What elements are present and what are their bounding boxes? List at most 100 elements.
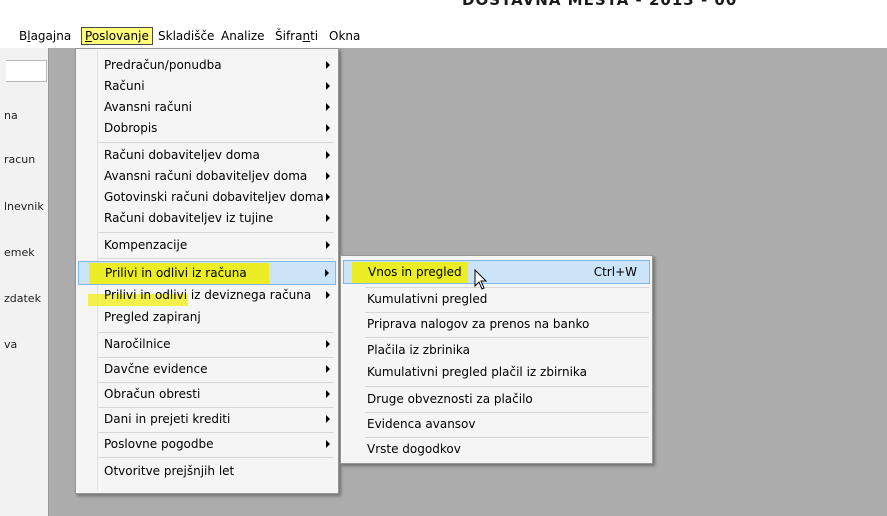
submenu-arrow-icon — [326, 82, 330, 90]
menu-separator — [98, 432, 334, 433]
menu-item-narocilnice[interactable]: Naročilnice — [78, 334, 336, 355]
menu-item-label: Evidenca avansov — [367, 417, 476, 431]
submenu-arrow-icon — [326, 172, 330, 180]
left-panel-header — [6, 60, 47, 82]
menu-item-obracun-obresti[interactable]: Obračun obresti — [78, 384, 336, 405]
menu-item-label: Računi dobaviteljev iz tujine — [104, 211, 274, 225]
left-panel-item[interactable]: lnevnik — [4, 200, 46, 213]
menu-analize[interactable]: Analize — [218, 28, 268, 44]
menu-item-racuni-dobaviteljev-iz-tujine[interactable]: Računi dobaviteljev iz tujine — [78, 208, 336, 229]
menu-item-priprava-nalogov[interactable]: Priprava nalogov za prenos na banko — [343, 314, 650, 335]
menu-item-label: Priprava nalogov za prenos na banko — [367, 317, 590, 331]
poslovanje-menu: Predračun/ponudba Računi Avansni računi … — [75, 48, 339, 494]
submenu-arrow-icon — [326, 61, 330, 69]
menu-okna[interactable]: Okna — [326, 28, 363, 44]
left-panel-item[interactable]: emek — [4, 246, 46, 259]
menu-item-label: Obračun obresti — [104, 387, 201, 401]
menu-item-kumulativni-pregled[interactable]: Kumulativni pregled — [343, 289, 650, 310]
menu-item-label: Naročilnice — [104, 337, 171, 351]
menu-item-label: Prilivi in odlivi iz deviznega računa — [104, 288, 312, 302]
menu-separator — [98, 232, 334, 233]
menu-item-label: Plačila iz zbrinika — [367, 343, 471, 357]
menu-separator — [98, 357, 334, 358]
menu-item-davcne-evidence[interactable]: Davčne evidence — [78, 359, 336, 380]
submenu-arrow-icon — [326, 440, 330, 448]
shortcut-label: Ctrl+W — [593, 265, 637, 279]
submenu-arrow-icon — [326, 151, 330, 159]
submenu-arrow-icon — [326, 415, 330, 423]
menu-skladisce[interactable]: Skladišče — [155, 28, 217, 44]
menu-separator — [98, 258, 334, 259]
arrow-cursor-icon — [474, 269, 488, 290]
menu-item-poslovne-pogodbe[interactable]: Poslovne pogodbe — [78, 434, 336, 455]
menu-separator — [365, 412, 649, 413]
menu-item-kumulativni-pregled-placil[interactable]: Kumulativni pregled plačil iz zbirnika — [343, 362, 650, 383]
menu-item-label: Pregled zapiranj — [104, 310, 201, 324]
menu-bar: Blagajna Poslovanje Skladišče Analize Ši… — [0, 25, 887, 47]
menu-separator — [98, 407, 334, 408]
menu-item-label: Predračun/ponudba — [104, 58, 222, 72]
left-panel-item[interactable]: na — [4, 109, 46, 122]
left-panel-item[interactable]: va — [4, 338, 46, 351]
menu-poslovanje[interactable]: Poslovanje — [81, 27, 153, 45]
menu-item-label: Kumulativni pregled plačil iz zbirnika — [367, 365, 588, 379]
submenu-arrow-icon — [325, 269, 329, 277]
left-panel: na racun lnevnik emek zdatek va — [0, 48, 49, 516]
menu-item-label: Kumulativni pregled — [367, 292, 488, 306]
menu-item-vnos-in-pregled[interactable]: Vnos in pregled Ctrl+W — [343, 260, 650, 284]
menu-separator — [365, 337, 649, 338]
menu-blagajna[interactable]: Blagajna — [16, 28, 74, 44]
menu-item-dani-in-prejeti-krediti[interactable]: Dani in prejeti krediti — [78, 409, 336, 430]
menu-item-otvoritve-prejsnjih-let[interactable]: Otvoritve prejšnjih let — [78, 461, 336, 482]
submenu-arrow-icon — [326, 241, 330, 249]
submenu-arrow-icon — [326, 340, 330, 348]
menu-sifranti[interactable]: Šifranti — [272, 28, 321, 44]
submenu-arrow-icon — [326, 365, 330, 373]
left-panel-item[interactable]: racun — [4, 153, 46, 166]
menu-item-label: Gotovinski računi dobaviteljev doma — [104, 190, 324, 204]
submenu-arrow-icon — [326, 291, 330, 299]
menu-item-label: Poslovne pogodbe — [104, 437, 214, 451]
menu-separator — [98, 332, 334, 333]
submenu-arrow-icon — [326, 193, 330, 201]
menu-separator — [365, 386, 649, 387]
prilivi-submenu: Vnos in pregled Ctrl+W Kumulativni pregle… — [340, 255, 653, 464]
submenu-arrow-icon — [326, 103, 330, 111]
menu-item-prilivi-in-odlivi-iz-racuna[interactable]: Prilivi in odlivi iz računa — [78, 261, 336, 285]
menu-item-predracun-ponudba[interactable]: Predračun/ponudba — [78, 55, 336, 76]
menu-item-racuni-dobaviteljev-doma[interactable]: Računi dobaviteljev doma — [78, 145, 336, 166]
submenu-arrow-icon — [326, 390, 330, 398]
menu-item-placila-iz-zbrinika[interactable]: Plačila iz zbrinika — [343, 340, 650, 361]
menu-item-label: Avansni računi dobaviteljev doma — [104, 169, 308, 183]
menu-item-label: Avansni računi — [104, 100, 193, 114]
menu-item-gotovinski-racuni-dobaviteljev-doma[interactable]: Gotovinski računi dobaviteljev doma — [78, 187, 336, 208]
menu-separator — [98, 142, 334, 143]
submenu-arrow-icon — [326, 124, 330, 132]
menu-item-kompenzacije[interactable]: Kompenzacije — [78, 235, 336, 256]
menu-item-dobropis[interactable]: Dobropis — [78, 118, 336, 139]
menu-item-avansni-racuni-dobaviteljev-doma[interactable]: Avansni računi dobaviteljev doma — [78, 166, 336, 187]
menu-item-pregled-zapiranj[interactable]: Pregled zapiranj — [78, 307, 336, 328]
menu-separator — [98, 457, 334, 458]
menu-item-label: Dani in prejeti krediti — [104, 412, 231, 426]
menu-item-label: Računi — [104, 79, 145, 93]
menu-separator — [98, 382, 334, 383]
menu-item-druge-obveznosti[interactable]: Druge obveznosti za plačilo — [343, 389, 650, 410]
window-title-fragment: DOSTAVNA MESTA - 2013 - 00 — [462, 0, 738, 9]
menu-item-racuni[interactable]: Računi — [78, 76, 336, 97]
menu-item-label: Druge obveznosti za plačilo — [367, 392, 533, 406]
menu-separator — [365, 437, 649, 438]
menu-item-label: Računi dobaviteljev doma — [104, 148, 260, 162]
menu-item-label: Dobropis — [104, 121, 158, 135]
menu-item-label: Kompenzacije — [104, 238, 188, 252]
menu-item-prilivi-in-odlivi-iz-deviznega-racuna[interactable]: Prilivi in odlivi iz deviznega računa — [78, 285, 336, 306]
menu-separator — [365, 287, 649, 288]
left-panel-item[interactable]: zdatek — [4, 292, 46, 305]
menu-item-evidenca-avansov[interactable]: Evidenca avansov — [343, 414, 650, 435]
menu-item-label: Vrste dogodkov — [367, 442, 461, 456]
menu-item-avansni-racuni[interactable]: Avansni računi — [78, 97, 336, 118]
menu-item-label: Davčne evidence — [104, 362, 208, 376]
menu-separator — [365, 312, 649, 313]
menu-item-label: Vnos in pregled — [368, 265, 462, 279]
menu-item-vrste-dogodkov[interactable]: Vrste dogodkov — [343, 439, 650, 460]
